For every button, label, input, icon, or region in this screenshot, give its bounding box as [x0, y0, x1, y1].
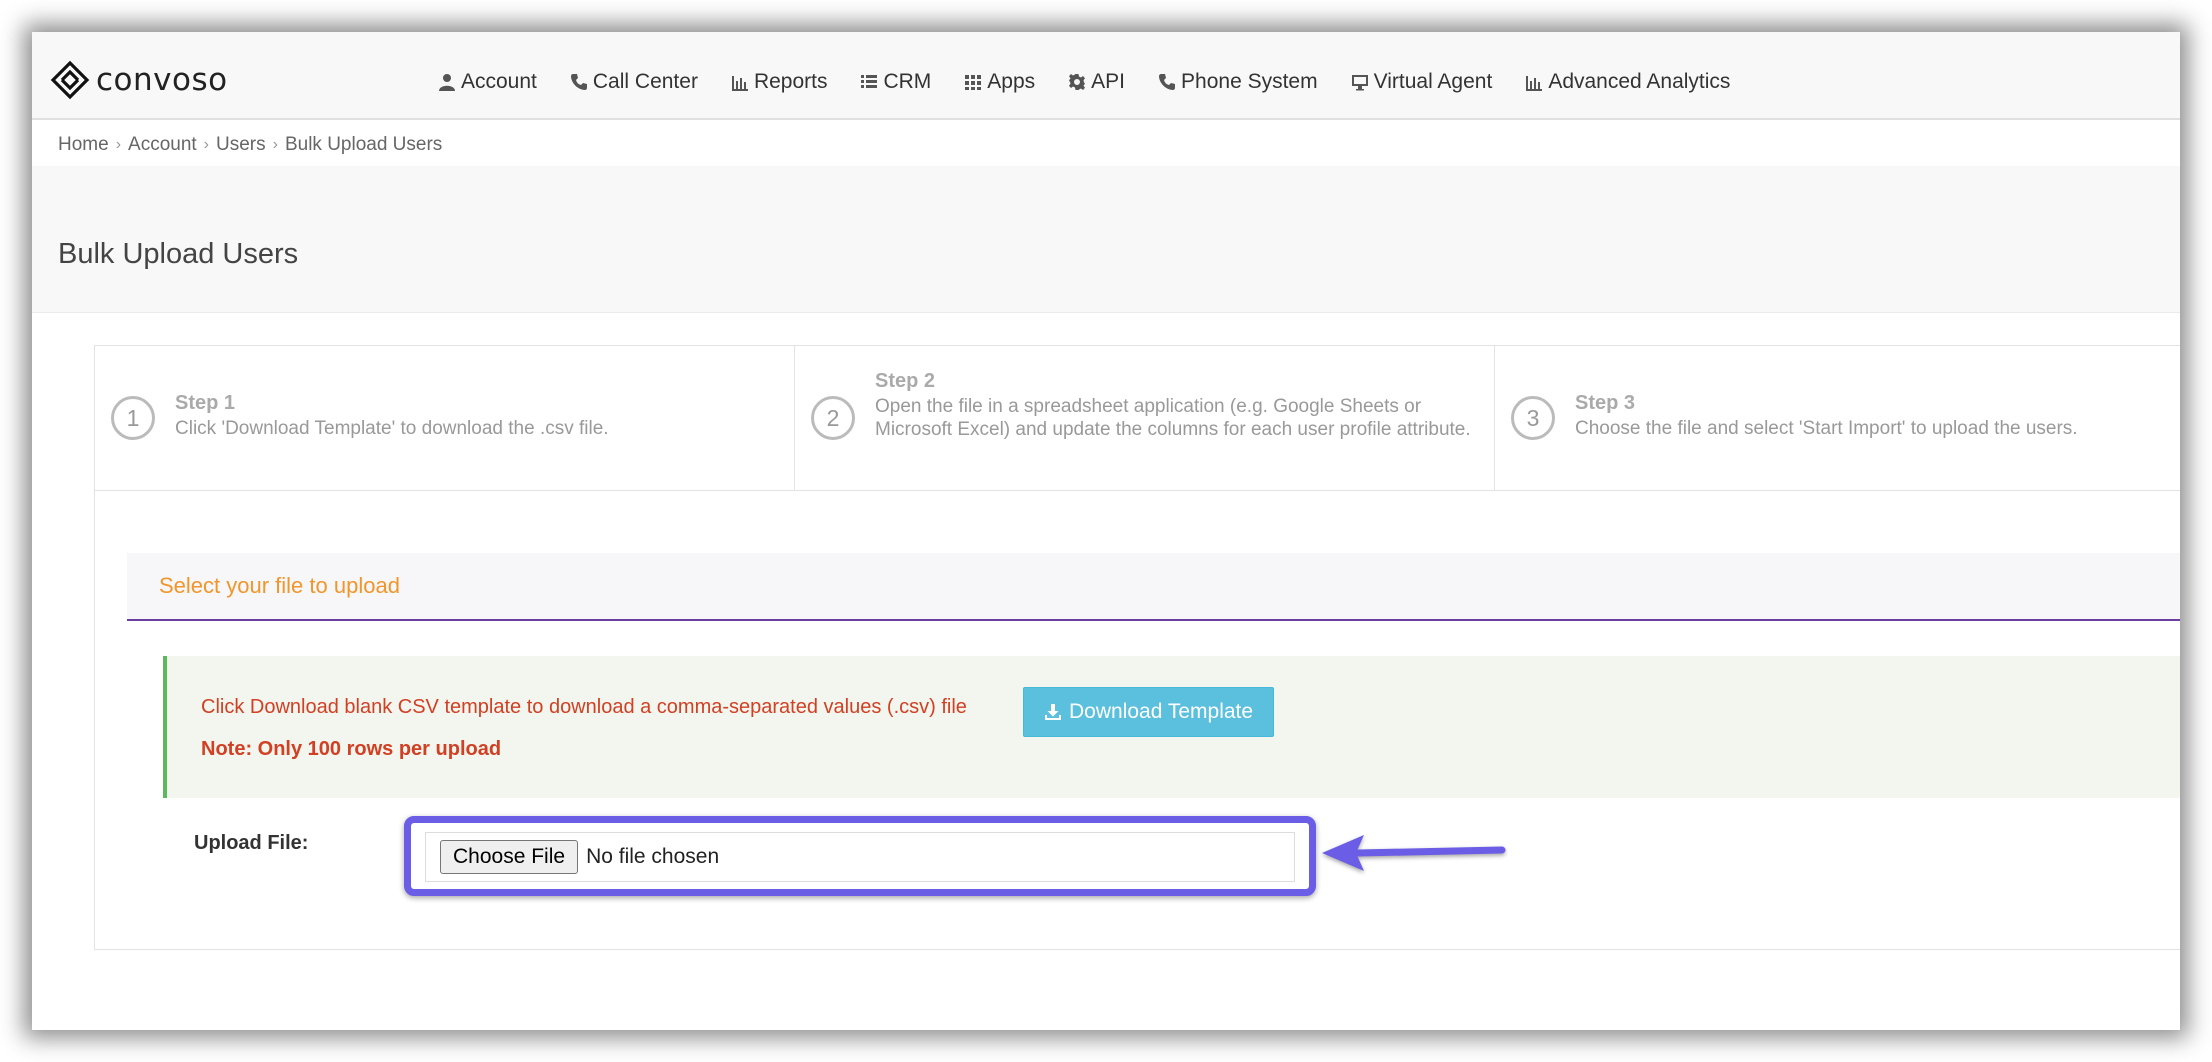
step-number-badge: 2: [811, 396, 855, 440]
nav-item-phone-system[interactable]: Phone System: [1158, 70, 1318, 94]
step-3: 3 Step 3 Choose the file and select 'Sta…: [1495, 346, 2180, 490]
nav-item-crm[interactable]: CRM: [860, 70, 931, 94]
csv-template-alert: Click Download blank CSV template to dow…: [163, 656, 2180, 798]
monitor-icon: [1351, 75, 1368, 91]
nav-label: Virtual Agent: [1373, 70, 1493, 93]
upload-section-title: Select your file to upload: [159, 573, 400, 598]
convoso-logo-icon: [50, 60, 90, 100]
file-input[interactable]: Choose File No file chosen: [425, 832, 1295, 882]
app-window: convoso Account Call Center Reports CRM …: [32, 32, 2180, 1030]
step-number-badge: 3: [1511, 396, 1555, 440]
gear-icon: [1069, 74, 1086, 90]
upload-file-label: Upload File:: [194, 832, 309, 854]
step-title: Step 2: [875, 370, 936, 392]
step-title: Step 1: [175, 392, 236, 414]
phone-icon: [1159, 74, 1176, 90]
nav-item-apps[interactable]: Apps: [964, 70, 1035, 94]
phone-icon: [570, 74, 587, 90]
bar-chart-icon: [731, 76, 748, 91]
chevron-right-icon: ›: [203, 136, 209, 153]
nav-item-reports[interactable]: Reports: [731, 70, 828, 94]
row-limit-note: Note: Only 100 rows per upload: [201, 738, 502, 760]
alert-message: Click Download blank CSV template to dow…: [201, 696, 967, 718]
annotation-arrow-icon: [1322, 835, 1506, 871]
chevron-right-icon: ›: [272, 136, 278, 153]
nav-label: Phone System: [1181, 70, 1318, 93]
chevron-right-icon: ›: [115, 136, 122, 153]
download-icon: [1045, 704, 1061, 720]
nav-item-virtual-agent[interactable]: Virtual Agent: [1351, 70, 1493, 94]
nav-label: Reports: [753, 70, 828, 93]
nav-label: Apps: [987, 70, 1036, 93]
nav-label: API: [1091, 70, 1126, 93]
step-description: Click 'Download Template' to download th…: [175, 418, 609, 439]
breadcrumb-current: Bulk Upload Users: [284, 134, 443, 155]
nav-label: CRM: [883, 70, 932, 93]
steps-wizard: 1 Step 1 Click 'Download Template' to do…: [95, 346, 2180, 491]
step-description: Choose the file and select 'Start Import…: [1575, 418, 2078, 439]
nav-label: Call Center: [592, 70, 698, 93]
nav-item-account[interactable]: Account: [438, 70, 537, 94]
page-header: Bulk Upload Users: [32, 166, 2180, 313]
top-navbar: convoso Account Call Center Reports CRM …: [32, 32, 2180, 120]
grid-icon: [965, 75, 982, 90]
nav-label: Advanced Analytics: [1548, 70, 1731, 93]
brand-name: convoso: [96, 62, 228, 98]
breadcrumb-account[interactable]: Account: [128, 134, 197, 156]
file-status-text: No file chosen: [586, 845, 720, 868]
step-description: Open the file in a spreadsheet applicati…: [875, 396, 1471, 440]
nav-item-api[interactable]: API: [1068, 70, 1125, 94]
nav-item-advanced-analytics[interactable]: Advanced Analytics: [1525, 70, 1730, 94]
brand-logo[interactable]: convoso: [50, 60, 228, 100]
bar-chart-icon: [1526, 76, 1543, 91]
list-icon: [861, 75, 878, 88]
main-nav: Account Call Center Reports CRM Apps API: [438, 66, 1763, 98]
nav-item-call-center[interactable]: Call Center: [570, 70, 698, 94]
download-template-button[interactable]: Download Template: [1023, 687, 1275, 737]
nav-label: Account: [461, 70, 537, 93]
file-input-highlight: Choose File No file chosen: [404, 816, 1316, 896]
breadcrumb-users[interactable]: Users: [216, 134, 266, 156]
upload-section-header: Select your file to upload: [127, 553, 2180, 621]
step-2: 2 Step 2 Open the file in a spreadsheet …: [795, 346, 1495, 490]
choose-file-button[interactable]: Choose File: [440, 840, 579, 874]
step-1: 1 Step 1 Click 'Download Template' to do…: [95, 346, 795, 490]
step-number-badge: 1: [111, 396, 155, 440]
download-template-label: Download Template: [1069, 700, 1254, 723]
breadcrumb-home[interactable]: Home: [58, 134, 109, 156]
user-icon: [439, 74, 455, 91]
step-title: Step 3: [1575, 392, 1636, 414]
page-title: Bulk Upload Users: [58, 238, 299, 270]
